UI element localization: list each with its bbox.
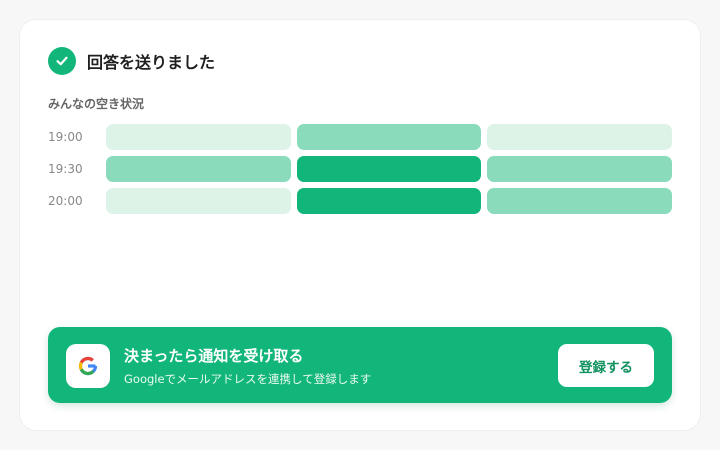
banner-title: 決まったら通知を受け取る <box>124 347 304 365</box>
availability-cell <box>297 124 481 150</box>
check-icon <box>48 47 76 75</box>
header: 回答を送りました <box>48 47 215 75</box>
google-icon <box>66 344 110 388</box>
availability-cell <box>487 156 672 182</box>
availability-cell <box>106 124 291 150</box>
result-card: 回答を送りました みんなの空き状況 19:00 19:30 20:00 決まった… <box>20 20 700 430</box>
time-label: 19:30 <box>48 162 83 176</box>
availability-cell <box>487 124 672 150</box>
register-button[interactable]: 登録する <box>558 344 654 387</box>
page-title: 回答を送りました <box>87 53 216 72</box>
time-label: 19:00 <box>48 130 83 144</box>
banner-description: Googleでメールアドレスを連携して登録します <box>124 372 372 386</box>
availability-cell <box>487 188 672 214</box>
availability-cell <box>106 188 291 214</box>
availability-title: みんなの空き状況 <box>48 97 145 111</box>
availability-cell <box>106 156 291 182</box>
time-label: 20:00 <box>48 194 83 208</box>
notify-banner: 決まったら通知を受け取る Googleでメールアドレスを連携して登録します 登録… <box>48 327 672 403</box>
availability-cell <box>297 156 481 182</box>
availability-cell <box>297 188 481 214</box>
